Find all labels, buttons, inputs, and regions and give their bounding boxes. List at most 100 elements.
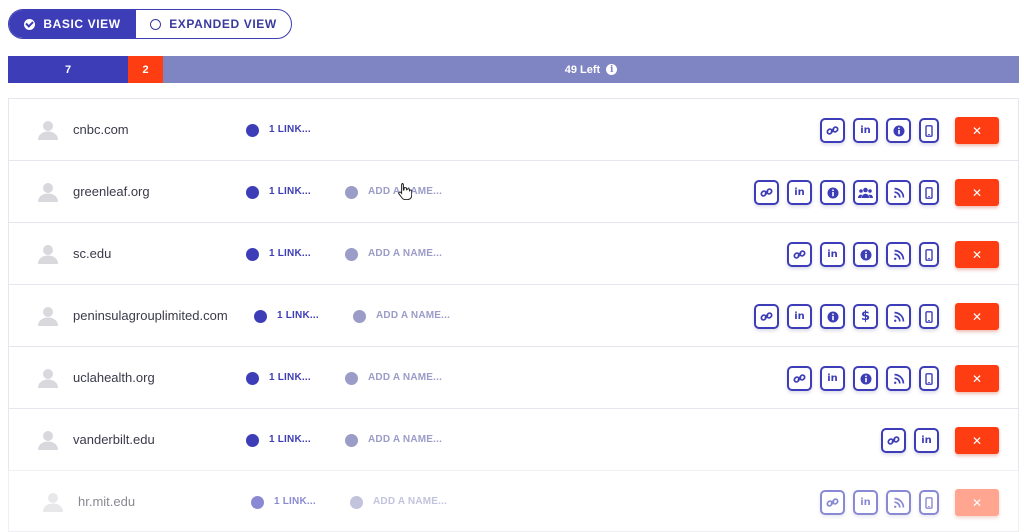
progress-segment-completed: 7 (8, 56, 128, 83)
info-icon[interactable]: i (606, 64, 618, 75)
link-status-dot (254, 310, 267, 323)
info-button[interactable] (886, 118, 911, 143)
phone-button[interactable] (919, 366, 939, 391)
delete-button[interactable]: ✕ (955, 303, 999, 330)
linkedin-icon: in (827, 249, 838, 260)
link-status-dot (246, 372, 259, 385)
link-status-dot (246, 248, 259, 261)
link-count-link[interactable]: 1 LINK... (269, 124, 311, 135)
linkedin-button[interactable]: in (787, 180, 812, 205)
info-button[interactable] (853, 242, 878, 267)
rss-button[interactable] (886, 180, 911, 205)
link-icon (760, 310, 773, 323)
phone-button[interactable] (919, 242, 939, 267)
add-name-link[interactable]: ADD A NAME... (368, 434, 442, 445)
avatar-icon (37, 305, 59, 327)
phone-icon (925, 124, 933, 137)
link-count-link[interactable]: 1 LINK... (269, 434, 311, 445)
link-button[interactable] (754, 304, 779, 329)
delete-button[interactable]: ✕ (955, 427, 999, 454)
delete-button[interactable]: ✕ (955, 241, 999, 268)
linkedin-button[interactable]: in (853, 118, 878, 143)
link-icon (887, 434, 900, 447)
hand-cursor-icon (398, 183, 412, 200)
rss-button[interactable] (886, 366, 911, 391)
avatar-icon (37, 367, 59, 389)
name-status-dot (353, 310, 366, 323)
info-button[interactable] (820, 304, 845, 329)
link-count-link[interactable]: 1 LINK... (277, 310, 319, 321)
linkedin-button[interactable]: in (853, 490, 878, 515)
quota-progress-bar: 7 2 49 Left i (8, 56, 1019, 83)
phone-button[interactable] (919, 304, 939, 329)
contact-domain: cnbc.com (73, 122, 129, 137)
add-name-link[interactable]: ADD A NAME... (373, 496, 447, 507)
close-icon: ✕ (971, 433, 983, 448)
name-status-dot (345, 248, 358, 261)
linkedin-button[interactable]: in (820, 242, 845, 267)
group-button[interactable] (853, 180, 878, 205)
link-button[interactable] (754, 180, 779, 205)
phone-button[interactable] (919, 118, 939, 143)
contact-row: greenleaf.org 1 LINK... ADD A NAME... in ✕ (8, 160, 1019, 222)
link-count-link[interactable]: 1 LINK... (269, 372, 311, 383)
row-actions: in ✕ (787, 241, 999, 268)
info-icon (827, 311, 839, 323)
info-button[interactable] (853, 366, 878, 391)
row-actions: in ✕ (881, 427, 999, 454)
contact-domain: peninsulagrouplimited.com (73, 308, 228, 323)
rss-button[interactable] (886, 304, 911, 329)
contact-domain: hr.mit.edu (78, 494, 136, 509)
dollar-button[interactable]: $ (853, 304, 878, 329)
close-icon: ✕ (971, 371, 983, 386)
phone-icon (925, 248, 933, 261)
row-actions: in ✕ (754, 179, 999, 206)
rss-button[interactable] (886, 490, 911, 515)
rss-button[interactable] (886, 242, 911, 267)
add-name-link[interactable]: ADD A NAME... (376, 310, 450, 321)
add-name-link[interactable]: ADD A NAME... (368, 248, 442, 259)
info-button[interactable] (820, 180, 845, 205)
linkedin-icon: in (827, 373, 838, 384)
phone-icon (925, 186, 933, 199)
contact-domain: uclahealth.org (73, 370, 155, 385)
info-icon (827, 187, 839, 199)
link-button[interactable] (881, 428, 906, 453)
contact-row: uclahealth.org 1 LINK... ADD A NAME... in ✕ (8, 346, 1019, 408)
add-name-link[interactable]: ADD A NAME... (368, 372, 442, 383)
link-button[interactable] (820, 490, 845, 515)
linkedin-button[interactable]: in (914, 428, 939, 453)
info-icon (860, 373, 872, 385)
contact-row: cnbc.com 1 LINK... in ✕ (8, 98, 1019, 160)
expanded-view-tab[interactable]: EXPANDED VIEW (136, 10, 291, 38)
rss-icon (893, 187, 905, 199)
phone-button[interactable] (919, 490, 939, 515)
linkedin-button[interactable]: in (820, 366, 845, 391)
name-status-dot (350, 496, 363, 509)
contact-row: sc.edu 1 LINK... ADD A NAME... in ✕ (8, 222, 1019, 284)
name-status-dot (345, 372, 358, 385)
link-count-link[interactable]: 1 LINK... (269, 248, 311, 259)
phone-button[interactable] (919, 180, 939, 205)
linkedin-button[interactable]: in (787, 304, 812, 329)
delete-button[interactable]: ✕ (955, 179, 999, 206)
delete-button[interactable]: ✕ (955, 489, 999, 516)
close-icon: ✕ (971, 247, 983, 262)
phone-icon (925, 310, 933, 323)
link-count-link[interactable]: 1 LINK... (269, 186, 311, 197)
delete-button[interactable]: ✕ (955, 365, 999, 392)
dollar-icon: $ (860, 309, 871, 324)
close-icon: ✕ (971, 185, 983, 200)
link-button[interactable] (787, 366, 812, 391)
contact-domain: sc.edu (73, 246, 112, 261)
link-button[interactable] (787, 242, 812, 267)
link-button[interactable] (820, 118, 845, 143)
avatar-icon (42, 491, 64, 513)
link-count-link[interactable]: 1 LINK... (274, 496, 316, 507)
view-toggle: BASIC VIEW EXPANDED VIEW (8, 9, 292, 39)
delete-button[interactable]: ✕ (955, 117, 999, 144)
contact-row: vanderbilt.edu 1 LINK... ADD A NAME... in ✕ (8, 408, 1019, 470)
basic-view-tab[interactable]: BASIC VIEW (9, 10, 136, 38)
group-icon (858, 187, 873, 199)
close-icon: ✕ (971, 123, 983, 138)
